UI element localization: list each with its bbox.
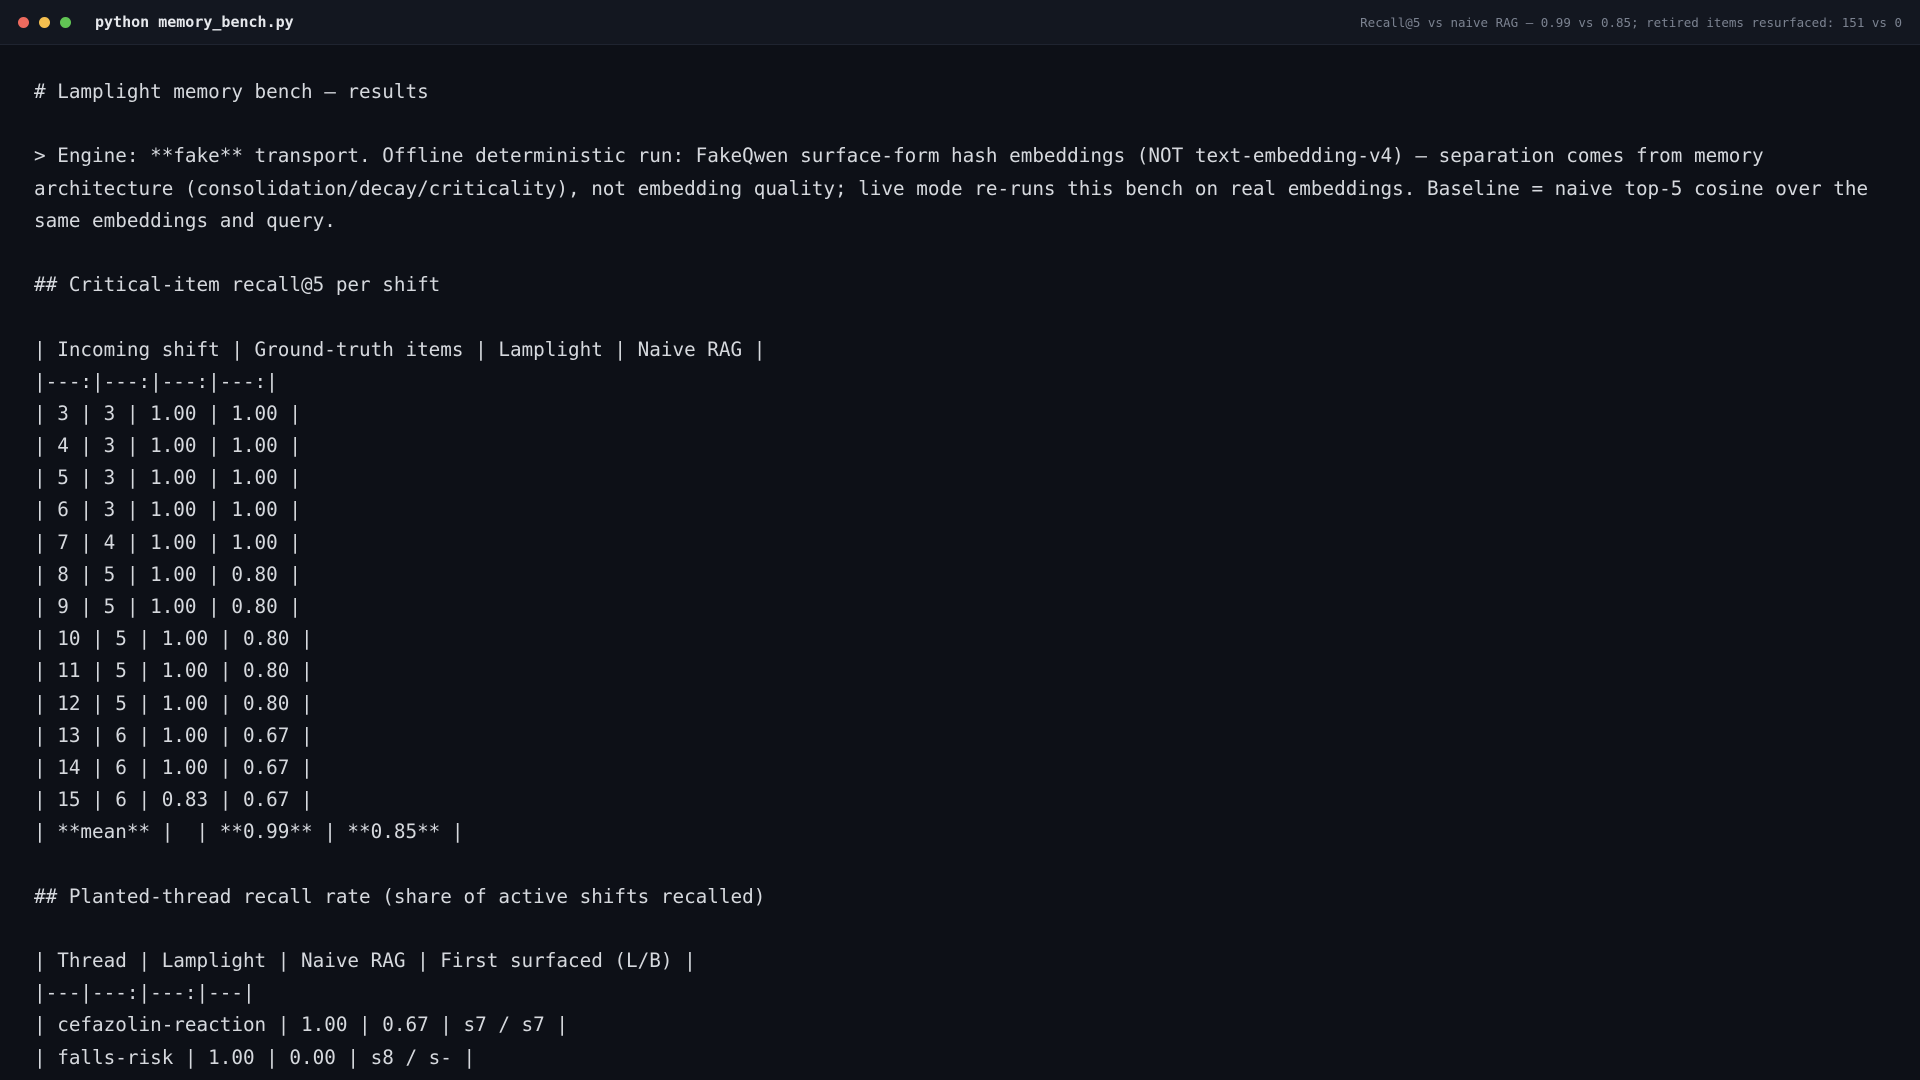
thread-table-separator: |---|---:|---:|---| xyxy=(34,981,255,1005)
close-window-button[interactable] xyxy=(18,17,29,28)
maximize-window-button[interactable] xyxy=(60,17,71,28)
recall-table-row: | 13 | 6 | 1.00 | 0.67 | xyxy=(34,723,313,747)
window-title: python memory_bench.py xyxy=(95,13,294,31)
thread-table-header: | Thread | Lamplight | Naive RAG | First… xyxy=(34,949,696,973)
results-heading: # Lamplight memory bench — results xyxy=(34,80,429,103)
thread-section-heading: ## Planted-thread recall rate (share of … xyxy=(34,884,766,908)
recall-table-row: | 11 | 5 | 1.00 | 0.80 | xyxy=(34,659,313,683)
recall-table-row: | 12 | 5 | 1.00 | 0.80 | xyxy=(34,691,313,715)
recall-table-row: | 9 | 5 | 1.00 | 0.80 | xyxy=(34,595,301,619)
minimize-window-button[interactable] xyxy=(39,17,50,28)
terminal-window: python memory_bench.py Recall@5 vs naive… xyxy=(0,0,1920,1080)
recall-table-row: | 6 | 3 | 1.00 | 1.00 | xyxy=(34,498,301,522)
recall-table-header: | Incoming shift | Ground-truth items | … xyxy=(34,337,766,361)
thread-table-row: | cefazolin-reaction | 1.00 | 0.67 | s7 … xyxy=(34,1013,568,1037)
recall-table-row: | 10 | 5 | 1.00 | 0.80 | xyxy=(34,627,313,651)
recall-table-row: | 14 | 6 | 1.00 | 0.67 | xyxy=(34,755,313,779)
recall-table-row: | 5 | 3 | 1.00 | 1.00 | xyxy=(34,466,301,490)
recall-table-row: | 3 | 3 | 1.00 | 1.00 | xyxy=(34,401,301,425)
title-bar: python memory_bench.py Recall@5 vs naive… xyxy=(0,0,1920,45)
engine-note: > Engine: **fake** transport. Offline de… xyxy=(34,144,1880,232)
recall-table-row: | 4 | 3 | 1.00 | 1.00 | xyxy=(34,434,301,458)
recall-table-mean-row: | **mean** | | **0.99** | **0.85** | xyxy=(34,820,464,844)
recall-section-heading: ## Critical-item recall@5 per shift xyxy=(34,273,441,297)
recall-table-row: | 15 | 6 | 0.83 | 0.67 | xyxy=(34,788,313,812)
terminal-output[interactable]: # Lamplight memory bench — results > Eng… xyxy=(34,76,1886,1074)
status-summary: Recall@5 vs naive RAG — 0.99 vs 0.85; re… xyxy=(1360,15,1902,30)
recall-table-row: | 7 | 4 | 1.00 | 1.00 | xyxy=(34,530,301,554)
recall-table-row: | 8 | 5 | 1.00 | 0.80 | xyxy=(34,562,301,586)
thread-table-row: | falls-risk | 1.00 | 0.00 | s8 / s- | xyxy=(34,1045,476,1069)
recall-table-separator: |---:|---:|---:|---:| xyxy=(34,369,278,393)
